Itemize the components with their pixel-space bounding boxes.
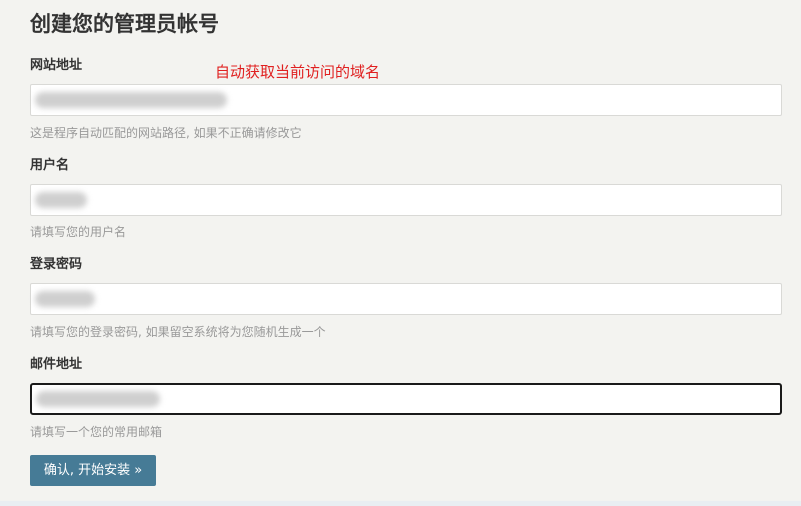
- password-label: 登录密码: [30, 257, 83, 272]
- email-group: 邮件地址 请填写一个您的常用邮箱: [30, 356, 782, 439]
- site-url-hint: 这是程序自动匹配的网站路径, 如果不正确请修改它: [30, 126, 302, 140]
- submit-install-button[interactable]: 确认, 开始安装 »: [30, 455, 156, 486]
- username-label: 用户名: [30, 158, 70, 173]
- password-input[interactable]: [30, 283, 782, 315]
- username-group: 用户名 请填写您的用户名: [30, 157, 782, 239]
- redacted-value: [36, 391, 160, 407]
- email-input[interactable]: [30, 383, 782, 415]
- redacted-value: [35, 192, 87, 208]
- install-page: 创建您的管理员帐号 自动获取当前访问的域名 网站地址 这是程序自动匹配的网站路径…: [0, 0, 801, 501]
- email-label: 邮件地址: [30, 357, 83, 372]
- page-title: 创建您的管理员帐号: [30, 12, 219, 36]
- redacted-value: [35, 92, 227, 108]
- site-url-input[interactable]: [30, 84, 782, 116]
- password-group: 登录密码 请填写您的登录密码, 如果留空系统将为您随机生成一个: [30, 256, 782, 339]
- site-url-label: 网站地址: [30, 58, 83, 73]
- redacted-value: [35, 291, 95, 307]
- username-input[interactable]: [30, 184, 782, 216]
- password-hint: 请填写您的登录密码, 如果留空系统将为您随机生成一个: [30, 325, 326, 339]
- site-url-group: 网站地址 这是程序自动匹配的网站路径, 如果不正确请修改它: [30, 57, 782, 140]
- email-hint: 请填写一个您的常用邮箱: [30, 425, 163, 439]
- username-hint: 请填写您的用户名: [30, 225, 127, 239]
